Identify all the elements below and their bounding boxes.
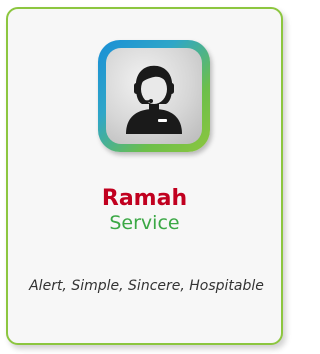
customer-service-agent-icon [106,48,202,144]
icon-frame [98,40,210,152]
card-title: Ramah [101,186,188,211]
service-card: Ramah Service Alert, Simple, Sincere, Ho… [6,7,283,345]
card-description: Alert, Simple, Sincere, Hospitable [29,278,264,294]
card-subtitle: Service [109,212,180,234]
agent-icon-graphic [126,65,182,134]
